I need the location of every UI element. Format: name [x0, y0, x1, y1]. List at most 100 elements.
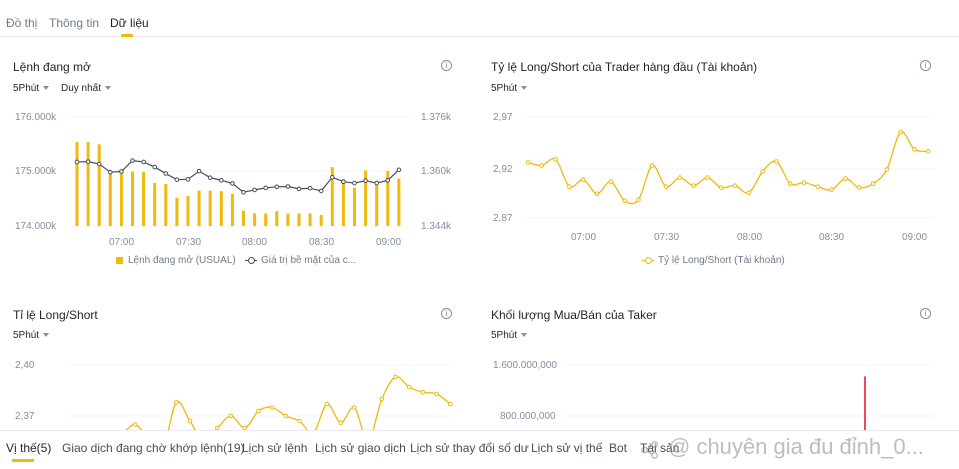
mark-price-point	[196, 168, 202, 174]
long-short-ratio-point	[228, 413, 234, 419]
top-trader-ratio-point	[718, 185, 724, 190]
top-trader-ratio-point	[553, 157, 558, 162]
top-trader-ratio-point	[691, 183, 696, 188]
tab-position-history[interactable]: Lịch sử vị thế	[531, 441, 602, 455]
open-interest-bar	[142, 172, 146, 226]
top-trader-ratio-point	[567, 184, 572, 189]
open-interest-bar	[397, 178, 401, 226]
top-trader-ratio-point	[746, 190, 752, 196]
tab-order-history[interactable]: Lịch sử lệnh	[242, 441, 307, 455]
top-trader-ratio-point	[843, 176, 848, 181]
open-interest-bar	[131, 171, 134, 226]
open-interest-bar	[230, 193, 234, 226]
watermark: @ chuyên gia đu đỉnh_0...	[668, 434, 924, 459]
mark-price-point	[341, 179, 346, 185]
mark-price-point	[318, 188, 324, 194]
top-trader-ratio-point	[525, 160, 531, 165]
active-bottom-tab-indicator	[12, 459, 34, 462]
mark-price-point	[185, 177, 191, 182]
open-interest-bar	[264, 213, 268, 226]
mark-price-point	[330, 174, 335, 180]
open-interest-bar	[108, 172, 112, 226]
mark-price-point	[241, 189, 246, 195]
top-trader-ratio-point	[815, 184, 821, 189]
top-trader-ratio-point	[580, 177, 586, 182]
top-trader-ratio-point	[622, 198, 627, 204]
long-short-ratio-point	[393, 374, 398, 380]
long-short-ratio-point	[338, 420, 344, 426]
mark-price-point	[307, 185, 313, 191]
tab-trade-history[interactable]: Lịch sử giao dịch	[315, 441, 406, 455]
mark-price-point	[141, 159, 146, 165]
open-interest-bar	[341, 179, 345, 226]
open-interest-bar	[75, 142, 79, 226]
mark-price-point	[252, 187, 257, 193]
mark-price-point	[263, 185, 269, 191]
mark-price-point	[296, 186, 302, 192]
mark-price-point	[119, 169, 124, 174]
top-trader-ratio-point	[539, 163, 545, 168]
mark-price-point	[207, 175, 213, 180]
long-short-ratio-point	[352, 405, 357, 410]
mark-price-point	[219, 178, 224, 183]
top-trader-ratio-point	[829, 187, 834, 193]
long-short-ratio-point	[297, 418, 302, 424]
open-interest-bar	[119, 170, 123, 226]
top-trader-ratio-point	[732, 183, 738, 188]
mark-price-point	[152, 164, 157, 170]
long-short-ratio-point	[187, 418, 193, 424]
mark-price-point	[74, 159, 80, 165]
tab-transaction-history[interactable]: Lịch sử thay đổi số dư	[410, 441, 529, 455]
open-interest-bar	[186, 196, 190, 226]
mark-price-point	[274, 184, 280, 190]
open-interest-bar	[175, 197, 179, 226]
long-short-ratio-point	[448, 401, 453, 407]
top-trader-ratio-point	[636, 197, 641, 203]
long-short-ratio-point	[256, 408, 261, 414]
charts-layer	[62, 116, 935, 469]
top-trader-ratio-point	[801, 180, 807, 185]
long-short-ratio-point	[324, 401, 330, 407]
long-short-ratio-point	[406, 384, 412, 390]
mark-price-point	[285, 184, 291, 189]
top-trader-ratio-point	[760, 169, 765, 174]
long-short-ratio-point	[269, 405, 275, 410]
mark-price-point	[108, 169, 113, 175]
top-trader-ratio-point	[774, 159, 779, 164]
mark-price-point	[130, 158, 135, 163]
open-interest-bar	[164, 184, 168, 226]
open-interest-bar	[297, 213, 301, 226]
mark-price-point	[396, 167, 402, 173]
top-trader-ratio-point	[912, 147, 917, 152]
tab-positions[interactable]: Vị thế(5)	[6, 441, 51, 455]
top-trader-ratio-line	[527, 131, 929, 205]
top-trader-ratio-point	[856, 185, 862, 190]
bottom-tab-bar: Vị thế(5) Giao dịch đang chờ khớp lệnh(1…	[0, 430, 959, 469]
top-trader-ratio-point	[608, 179, 614, 184]
long-short-ratio-point	[174, 400, 179, 405]
top-trader-ratio-point	[898, 129, 903, 135]
share-icon	[641, 441, 658, 459]
mark-price-point	[352, 180, 357, 186]
open-interest-bar	[375, 180, 379, 226]
top-trader-ratio-point	[884, 167, 890, 172]
open-interest-bar	[319, 215, 323, 226]
top-trader-ratio-point	[649, 163, 655, 168]
open-interest-bar	[308, 213, 312, 226]
mark-price-point	[96, 161, 102, 167]
top-trader-ratio-point	[925, 149, 931, 154]
open-interest-bar	[86, 142, 90, 226]
mark-price-point	[174, 177, 180, 182]
tab-bot[interactable]: Bot	[609, 441, 627, 455]
open-interest-bar	[208, 190, 212, 226]
top-trader-ratio-point	[787, 181, 793, 186]
top-trader-ratio-point	[663, 184, 669, 189]
open-interest-bar	[353, 187, 356, 226]
open-interest-bar	[219, 191, 223, 226]
open-interest-bar	[153, 182, 157, 226]
top-trader-ratio-point	[705, 175, 710, 180]
tab-open-orders[interactable]: Giao dịch đang chờ khớp lệnh(19)	[62, 441, 245, 455]
long-short-ratio-point	[283, 413, 289, 419]
top-trader-ratio-point	[870, 181, 876, 186]
long-short-ratio-point	[434, 391, 439, 397]
